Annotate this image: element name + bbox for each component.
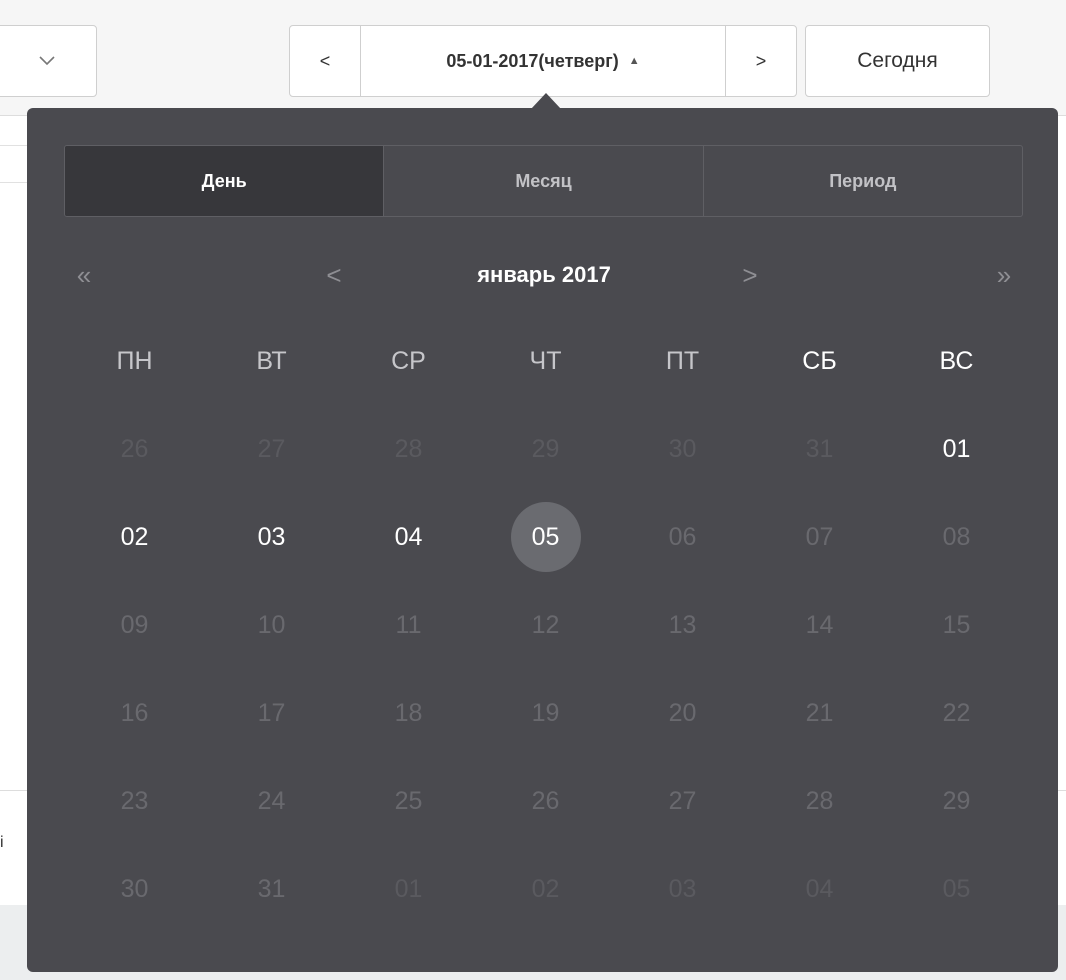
calendar-week: 26 27 28 29 30 31 01 <box>66 405 1025 493</box>
date-picker-popup: День Месяц Период « < январь 2017 > » ПН… <box>27 108 1058 972</box>
day-cell: 20 <box>668 698 697 727</box>
view-dropdown-button[interactable] <box>0 25 97 97</box>
tab-month[interactable]: Месяц <box>383 146 702 216</box>
day-cell: 04 <box>805 874 834 903</box>
calendar-nav: « < январь 2017 > » <box>64 250 1023 300</box>
calendar-week: 30 31 01 02 03 04 05 <box>66 845 1025 933</box>
calendar-week: 09 10 11 12 13 14 15 <box>66 581 1025 669</box>
day-cell: 09 <box>120 610 149 639</box>
caret-up-icon: ▲ <box>628 55 640 67</box>
day-cell: 19 <box>531 698 560 727</box>
day-cell: 11 <box>395 610 422 639</box>
day-cell: 01 <box>394 874 423 903</box>
day-cell: 06 <box>668 522 697 551</box>
day-cell: 31 <box>805 434 834 463</box>
day-cell: 03 <box>668 874 697 903</box>
day-cell: 08 <box>942 522 971 551</box>
day-cell[interactable]: 04 <box>340 493 477 581</box>
today-button[interactable]: Сегодня <box>805 25 990 97</box>
day-cell: 28 <box>805 786 834 815</box>
day-cell: 23 <box>120 786 149 815</box>
day-cell: 10 <box>257 610 286 639</box>
day-cell: 17 <box>257 698 286 727</box>
selected-day-cell[interactable]: 05 <box>477 493 614 581</box>
current-date-label: 05-01-2017(четверг) <box>446 50 619 71</box>
day-cell: 18 <box>394 698 423 727</box>
chevron-right-icon: > <box>755 50 767 71</box>
day-cell: 24 <box>257 786 286 815</box>
calendar-week: 23 24 25 26 27 28 29 <box>66 757 1025 845</box>
calendar-week: 16 17 18 19 20 21 22 <box>66 669 1025 757</box>
weekday-label: ВТ <box>256 346 287 375</box>
weekday-label: СБ <box>802 346 837 375</box>
day-cell[interactable]: 03 <box>203 493 340 581</box>
day-cell: 25 <box>394 786 423 815</box>
calendar-grid: ПН ВТ СР ЧТ ПТ СБ ВС 26 27 28 29 30 31 0… <box>66 317 1025 933</box>
prev-month-icon[interactable]: < <box>314 250 354 300</box>
day-cell: 02 <box>531 874 560 903</box>
day-cell: 12 <box>531 610 560 639</box>
day-cell: 29 <box>531 434 560 463</box>
day-cell: 05 <box>942 874 971 903</box>
day-cell: 15 <box>942 610 971 639</box>
weekday-label: ПН <box>116 346 153 375</box>
day-cell: 21 <box>805 698 834 727</box>
calendar-week: 02 03 04 05 06 07 08 <box>66 493 1025 581</box>
next-year-icon[interactable]: » <box>984 250 1024 300</box>
weekday-label: ВС <box>939 346 974 375</box>
next-day-button[interactable]: > <box>725 25 797 97</box>
weekday-label: СР <box>391 346 426 375</box>
mode-tabs: День Месяц Период <box>64 145 1023 217</box>
month-year-label[interactable]: январь 2017 <box>394 250 694 300</box>
day-cell: 26 <box>120 434 149 463</box>
day-cell: 27 <box>257 434 286 463</box>
day-cell: 13 <box>668 610 697 639</box>
selected-day-label: 05 <box>510 502 581 572</box>
date-picker-toggle[interactable]: 05-01-2017(четверг) ▲ <box>360 25 726 97</box>
day-cell: 22 <box>942 698 971 727</box>
next-month-icon[interactable]: > <box>730 250 770 300</box>
day-cell: 31 <box>257 874 286 903</box>
tab-day[interactable]: День <box>65 146 384 216</box>
day-cell: 28 <box>394 434 423 463</box>
weekday-label: ПТ <box>665 346 700 375</box>
prev-day-button[interactable]: < <box>289 25 361 97</box>
day-cell: 16 <box>120 698 149 727</box>
chevron-left-icon: < <box>319 50 331 71</box>
background-text: i <box>0 834 4 851</box>
weekday-label: ЧТ <box>529 346 562 375</box>
popup-arrow <box>531 93 561 109</box>
prev-year-icon[interactable]: « <box>64 250 104 300</box>
chevron-down-icon <box>38 51 56 72</box>
day-cell[interactable]: 01 <box>888 405 1025 493</box>
tab-period[interactable]: Период <box>702 146 1022 216</box>
day-cell: 07 <box>805 522 834 551</box>
day-cell: 30 <box>120 874 149 903</box>
day-cell: 29 <box>942 786 971 815</box>
weekday-header: ПН ВТ СР ЧТ ПТ СБ ВС <box>66 317 1025 405</box>
day-cell: 30 <box>668 434 697 463</box>
day-cell: 14 <box>805 610 834 639</box>
day-cell[interactable]: 02 <box>66 493 203 581</box>
day-cell: 26 <box>531 786 560 815</box>
day-cell: 27 <box>668 786 697 815</box>
